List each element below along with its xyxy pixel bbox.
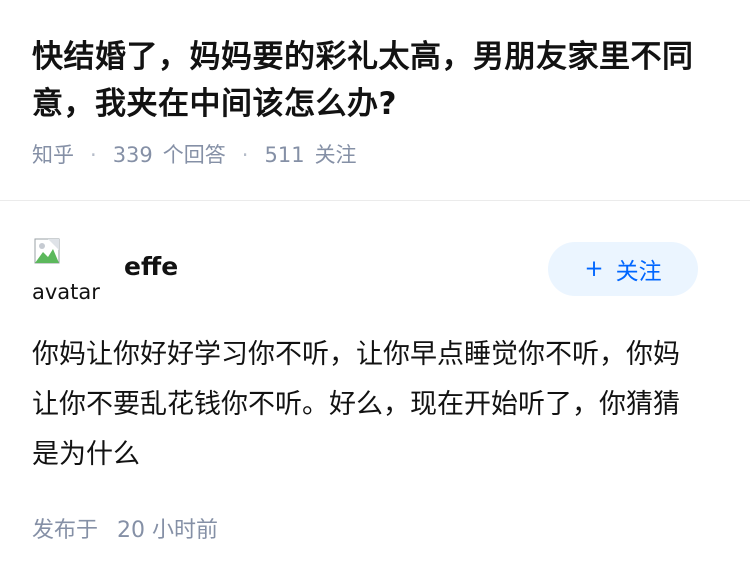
plus-icon: + (584, 256, 604, 282)
avatar[interactable]: avatar (32, 236, 100, 304)
broken-image-icon (34, 238, 60, 264)
answer-card: avatar effe + 关注 你妈让你好好学习你不听，让你早点睡觉你不听，你… (32, 236, 718, 480)
separator-dot: · (241, 143, 249, 167)
question-title[interactable]: 快结婚了，妈妈要的彩礼太高，男朋友家里不同意，我夹在中间该怎么办? (32, 34, 722, 128)
follow-button-label: 关注 (615, 259, 662, 285)
publish-label: 发布于 (32, 518, 99, 543)
follower-count-label: 关注 (314, 143, 357, 167)
follow-button[interactable]: + 关注 (548, 242, 698, 296)
question-header: 快结婚了，妈妈要的彩礼太高，男朋友家里不同意，我夹在中间该怎么办? 知乎 · 3… (0, 0, 750, 170)
question-meta: 知乎 · 339 个回答 · 511 关注 (32, 140, 718, 170)
author-row: avatar effe + 关注 (32, 236, 718, 308)
answer-text: 你妈让你好好学习你不听，让你早点睡觉你不听，你妈让你不要乱花钱你不听。好么，现在… (32, 339, 680, 470)
follower-count: 511 (264, 143, 305, 167)
answer-count: 339 (112, 143, 153, 167)
source-label[interactable]: 知乎 (32, 140, 74, 170)
author-name[interactable]: effe (124, 252, 178, 281)
avatar-alt-text: avatar (32, 280, 100, 304)
separator-dot: · (90, 143, 97, 167)
answer-count-label: 个回答 (162, 143, 226, 167)
answer-content[interactable]: 你妈让你好好学习你不听，让你早点睡觉你不听，你妈让你不要乱花钱你不听。好么，现在… (32, 330, 692, 480)
publish-time-value: 20 小时前 (117, 518, 219, 543)
divider (0, 200, 750, 201)
publish-time: 发布于 20 小时前 (32, 512, 218, 544)
